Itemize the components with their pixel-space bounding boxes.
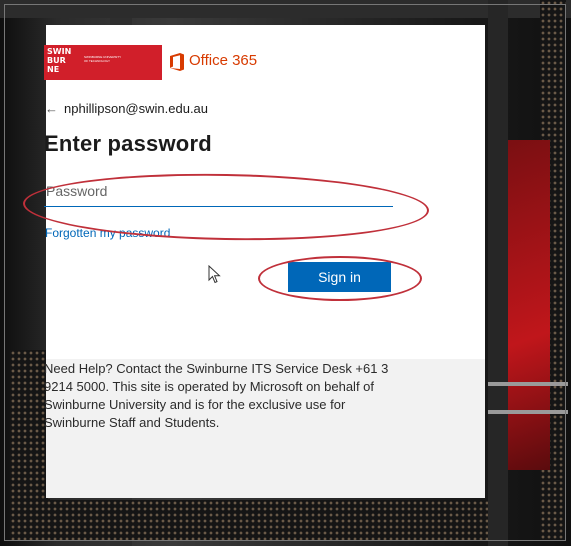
office-logo-icon [170, 53, 184, 71]
account-row[interactable]: ← nphillipson@swin.edu.au [45, 101, 208, 116]
page-title: Enter password [44, 131, 212, 156]
arrow-left-icon[interactable]: ← [45, 101, 58, 116]
password-input[interactable] [44, 176, 393, 204]
password-field[interactable] [44, 176, 393, 207]
account-email: nphillipson@swin.edu.au [64, 101, 209, 116]
mouse-cursor-icon [208, 265, 221, 284]
swinburne-logo: SWIN BUR NE SWINBURNE UNIVERSITY OF TECH… [44, 45, 162, 80]
forgot-password-link[interactable]: Forgotten my password [45, 226, 170, 240]
help-text: Need Help? Contact the Swinburne ITS Ser… [44, 361, 389, 430]
swinburne-tagline: SWINBURNE UNIVERSITY OF TECHNOLOGY [84, 55, 122, 63]
swinburne-wordmark: SWIN BUR NE [47, 47, 72, 74]
sign-in-button[interactable]: Sign in [288, 262, 391, 292]
office-365-label: Office 365 [189, 52, 258, 69]
